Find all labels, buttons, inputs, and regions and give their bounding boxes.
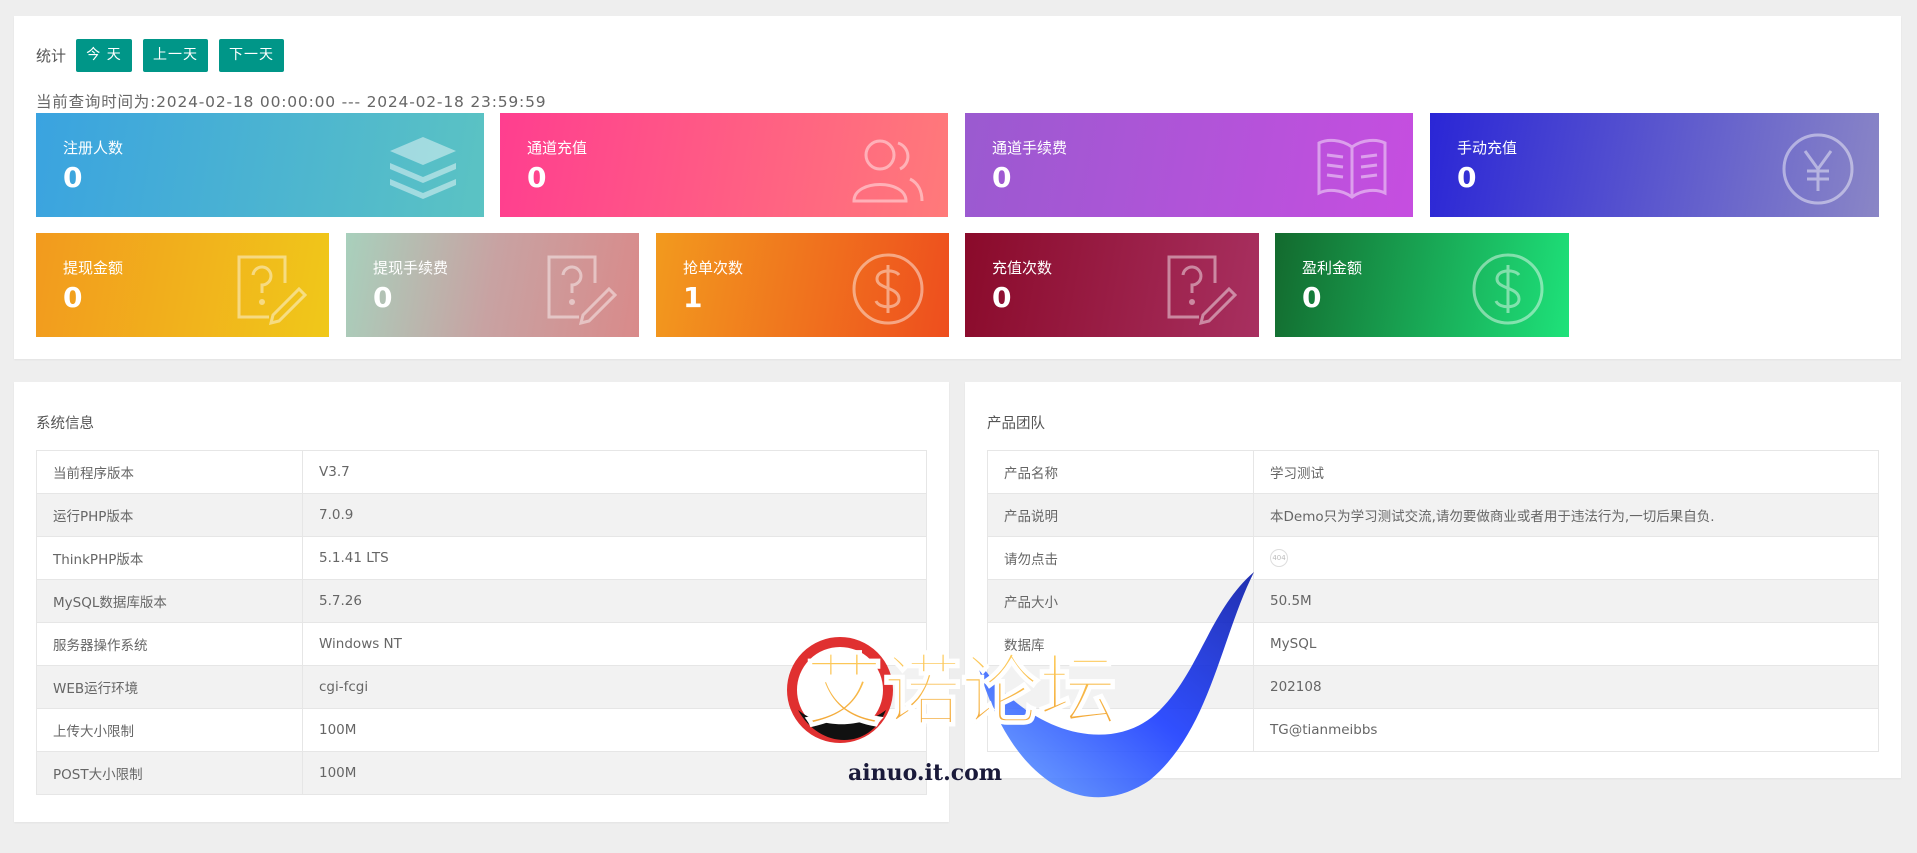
- card-title: 通道手续费: [992, 139, 1068, 157]
- row-value: 404: [1253, 536, 1879, 580]
- question-edit-icon: [229, 253, 308, 326]
- card-profit-amount: 盈利金额 0: [1275, 233, 1569, 337]
- row-value: V3.7: [302, 450, 927, 494]
- card-value: 0: [1457, 161, 1477, 194]
- card-title: 提现手续费: [373, 259, 449, 277]
- row-key: ThinkPHP版本: [36, 536, 303, 580]
- product-team-title: 产品团队: [987, 416, 1045, 432]
- row-value: 7.0.9: [302, 493, 927, 537]
- row-value: 学习测试: [1253, 450, 1879, 494]
- card-title: 抢单次数: [683, 259, 744, 277]
- card-value: 0: [527, 161, 547, 194]
- card-value: 1: [683, 281, 703, 314]
- system-info-title: 系统信息: [36, 416, 94, 432]
- card-title: 盈利金额: [1302, 259, 1363, 277]
- row-key: 上传大小限制: [36, 708, 303, 752]
- table-row: 当前程序版本 V3.7: [36, 450, 927, 494]
- row-key: 运行PHP版本: [36, 493, 303, 537]
- card-value: 0: [373, 281, 393, 314]
- stats-panel: 统计 今 天 上一天 下一天 当前查询时间为:2024-02-18 00:00:…: [14, 16, 1901, 359]
- table-row: 产品大小 50.5M: [987, 579, 1879, 623]
- card-registrations: 注册人数 0: [36, 113, 484, 217]
- prev-day-button[interactable]: 上一天: [143, 38, 209, 72]
- table-row: WEB运行环境 cgi-fcgi: [36, 665, 927, 709]
- row-key: 数据库: [987, 622, 1254, 666]
- product-team-panel: 产品团队 产品名称 学习测试 产品说明 本Demo只为学习测试交流,请勿要做商业或者…: [965, 382, 1901, 778]
- row-value: 5.1.41 LTS: [302, 536, 927, 580]
- question-edit-icon: [539, 253, 618, 326]
- card-channel-recharge: 通道充值 0: [500, 113, 948, 217]
- product-team-table: 产品名称 学习测试 产品说明 本Demo只为学习测试交流,请勿要做商业或者用于违法行…: [987, 450, 1879, 752]
- system-info-table: 当前程序版本 V3.7 运行PHP版本 7.0.9 ThinkPHP版本 5.1.41…: [36, 450, 927, 795]
- row-key: 产品大小: [987, 579, 1254, 623]
- card-value: 0: [63, 281, 83, 314]
- row-key: POST大小限制: [36, 751, 303, 795]
- card-title: 充值次数: [992, 259, 1053, 277]
- row-value: 100M: [302, 708, 927, 752]
- card-channel-fee: 通道手续费 0: [965, 113, 1413, 217]
- card-value: 0: [63, 161, 83, 194]
- table-row: 产品名称 学习测试: [987, 450, 1879, 494]
- circle-link-icon[interactable]: 404: [1270, 549, 1288, 567]
- table-row: 请勿点击 404: [987, 536, 1879, 580]
- row-key: [987, 665, 1254, 709]
- row-value: 本Demo只为学习测试交流,请勿要做商业或者用于违法行为,一切后果自负.: [1253, 493, 1879, 537]
- card-title: 提现金额: [63, 259, 124, 277]
- question-edit-icon: [1159, 253, 1238, 326]
- row-key: 服务器操作系统: [36, 622, 303, 666]
- row-key: 请勿点击: [987, 536, 1254, 580]
- today-button[interactable]: 今 天: [76, 38, 133, 72]
- row-value: cgi-fcgi: [302, 665, 927, 709]
- card-grab-count: 抢单次数 1: [656, 233, 949, 337]
- card-title: 通道充值: [527, 139, 588, 157]
- table-row: ThinkPHP版本 5.1.41 LTS: [36, 536, 927, 580]
- card-value: 0: [1302, 281, 1322, 314]
- card-title: 手动充值: [1457, 139, 1518, 157]
- row-key: 产品名称: [987, 450, 1254, 494]
- table-row: POST大小限制 100M: [36, 751, 927, 795]
- row-value: TG@tianmeibbs: [1253, 708, 1879, 752]
- stats-toolbar: 统计 今 天 上一天 下一天: [36, 38, 295, 72]
- query-range-text: 当前查询时间为:2024-02-18 00:00:00 --- 2024-02-…: [36, 93, 547, 111]
- row-value: 202108: [1253, 665, 1879, 709]
- table-row: 产品说明 本Demo只为学习测试交流,请勿要做商业或者用于违法行为,一切后果自负.: [987, 493, 1879, 537]
- card-recharge-count: 充值次数 0: [965, 233, 1259, 337]
- row-key: WEB运行环境: [36, 665, 303, 709]
- dollar-icon: [1469, 253, 1547, 325]
- table-row: 数据库 MySQL: [987, 622, 1879, 666]
- stack-icon: [384, 133, 462, 205]
- stats-label: 统计: [36, 46, 67, 65]
- row-key: 当前程序版本: [36, 450, 303, 494]
- row-value: 50.5M: [1253, 579, 1879, 623]
- row-key: MySQL数据库版本: [36, 579, 303, 623]
- users-icon: [848, 133, 926, 205]
- yen-icon: [1779, 133, 1857, 205]
- row-value: 100M: [302, 751, 927, 795]
- table-row: 上传大小限制 100M: [36, 708, 927, 752]
- table-row: 服务器操作系统 Windows NT: [36, 622, 927, 666]
- card-value: 0: [992, 161, 1012, 194]
- row-value: MySQL: [1253, 622, 1879, 666]
- card-withdraw-fee: 提现手续费 0: [346, 233, 639, 337]
- system-info-panel: 系统信息 当前程序版本 V3.7 运行PHP版本 7.0.9 ThinkPHP版本 5…: [14, 382, 949, 822]
- dollar-icon: [849, 253, 927, 325]
- card-withdraw-amount: 提现金额 0: [36, 233, 329, 337]
- card-title: 注册人数: [63, 139, 124, 157]
- table-row: 202108: [987, 665, 1879, 709]
- table-row: 运行PHP版本 7.0.9: [36, 493, 927, 537]
- card-value: 0: [992, 281, 1012, 314]
- row-key: [987, 708, 1254, 752]
- next-day-button[interactable]: 下一天: [219, 38, 285, 72]
- table-row: TG@tianmeibbs: [987, 708, 1879, 752]
- row-value: 5.7.26: [302, 579, 927, 623]
- row-value: Windows NT: [302, 622, 927, 666]
- table-row: MySQL数据库版本 5.7.26: [36, 579, 927, 623]
- row-key: 产品说明: [987, 493, 1254, 537]
- book-icon: [1313, 133, 1391, 205]
- card-manual-recharge: 手动充值 0: [1430, 113, 1879, 217]
